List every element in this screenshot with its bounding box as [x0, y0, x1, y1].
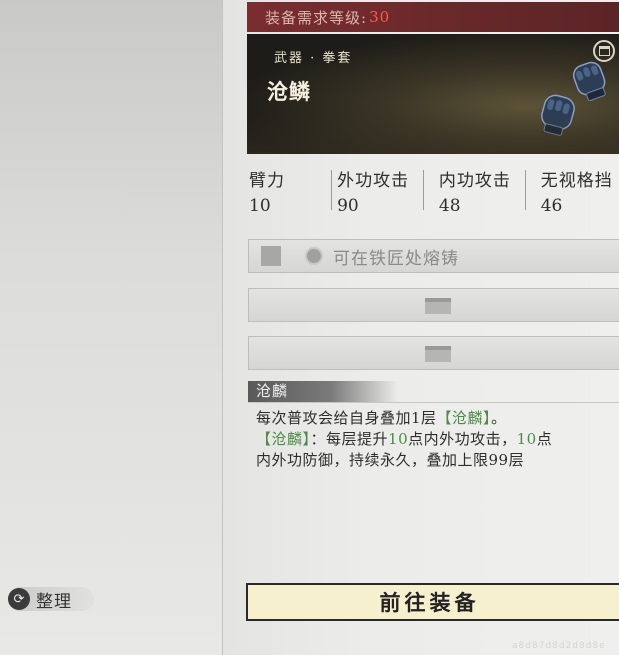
desc-text: 。	[491, 409, 507, 427]
level-requirement-bar: 装备需求等级: 30	[247, 2, 619, 32]
forge-text: 可在铁匠处熔铸	[333, 248, 459, 269]
desc-text: 每次普攻会给自身叠加1层	[256, 409, 437, 427]
desc-highlight: 10	[516, 430, 537, 448]
stat-external-attack: 外功攻击 90	[331, 166, 437, 216]
gem-slot-2[interactable]	[248, 336, 619, 370]
desc-text: 内外功防御，持续永久，叠加上限99层	[256, 451, 525, 469]
desc-highlight: 【沧麟】	[256, 430, 311, 448]
skill-description: 每次普攻会给自身叠加1层【沧麟】。 【沧麟】：每层提升10点内外功攻击，10点 …	[256, 408, 619, 471]
empty-slot-icon	[425, 298, 451, 314]
desc-text: ：每层提升	[310, 430, 389, 448]
gem-slot-1[interactable]	[248, 288, 619, 322]
sort-label: 整理	[36, 591, 72, 612]
sort-button[interactable]: ⟳ 整理	[8, 587, 94, 612]
item-name: 沧鳞	[267, 79, 311, 104]
skill-name: 沧麟	[248, 381, 398, 402]
stat-value: 10	[249, 196, 271, 216]
requirement-label: 装备需求等级:	[265, 8, 368, 27]
stat-value: 46	[540, 196, 563, 216]
gauntlets-icon	[541, 61, 606, 136]
watermark: a8d87d8d2d8d8e	[512, 641, 606, 651]
stat-label: 无视格挡	[540, 171, 613, 191]
forge-slot[interactable]: 可在铁匠处熔铸	[248, 239, 619, 273]
forge-gem-icon	[305, 247, 323, 265]
requirement-value: 30	[369, 8, 391, 26]
stats-row: 臂力 10 外功攻击 90 内功攻击 48 无视格挡 46	[247, 166, 619, 216]
stat-divider	[331, 170, 333, 210]
stat-label: 臂力	[249, 171, 285, 191]
stat-strength: 臂力 10	[247, 166, 335, 216]
desc-highlight: 【沧麟】	[436, 409, 492, 427]
stat-ignore-block: 无视格挡 46	[524, 166, 619, 216]
stat-divider	[524, 170, 526, 210]
stat-internal-attack: 内功攻击 48	[422, 166, 539, 216]
skill-divider	[248, 402, 619, 403]
equip-button[interactable]: 前往装备	[246, 583, 619, 621]
item-card: 武器 · 拳套 沧鳞	[247, 34, 619, 154]
equip-button-label: 前往装备	[379, 590, 480, 615]
item-type: 武器 · 拳套	[274, 51, 353, 66]
empty-slot-icon	[425, 346, 451, 362]
desc-highlight: 10	[388, 430, 409, 448]
stat-divider	[422, 170, 424, 210]
forge-square-icon	[261, 246, 281, 266]
cycle-arrow-icon: ⟳	[8, 588, 30, 610]
desc-text: 点内外功攻击，	[408, 430, 517, 448]
desc-text: 点	[536, 430, 553, 448]
inventory-panel	[0, 0, 223, 655]
